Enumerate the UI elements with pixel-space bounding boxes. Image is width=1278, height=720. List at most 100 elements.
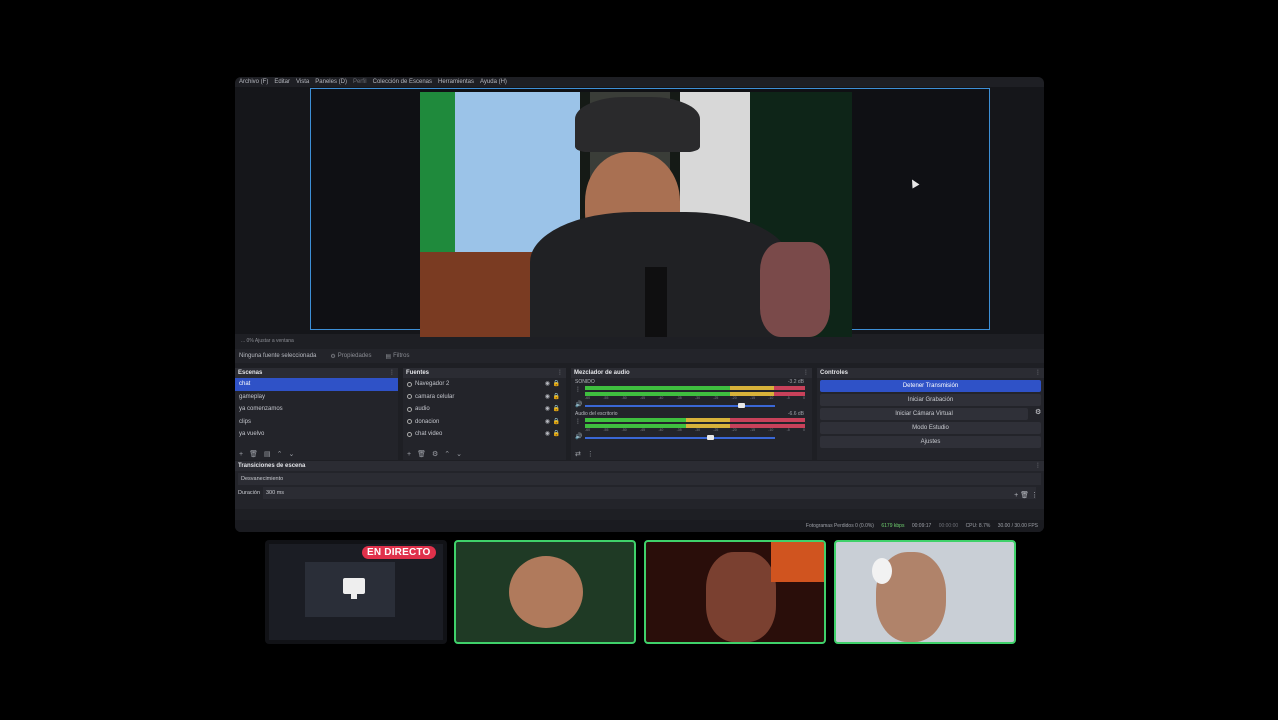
meter-scale-tick: -40 — [658, 396, 664, 400]
source-item[interactable]: camara celular ◉ 🔒 — [403, 391, 566, 404]
source-toolbar: Ninguna fuente seleccionada ⚙ Propiedade… — [235, 349, 1044, 363]
participant-tile-3[interactable] — [834, 540, 1016, 644]
channel-db-readout: -6.6 dB — [787, 411, 804, 417]
dock-menu-icon[interactable]: ⋮ — [1035, 461, 1041, 471]
meter-scale-tick: -10 — [768, 396, 774, 400]
eye-icon[interactable]: ◉ — [545, 391, 550, 404]
transitions-title-text: Transiciones de escena — [238, 463, 306, 469]
mixer-channel-name: SONIDO — [575, 379, 595, 385]
meter-scale-tick: -35 — [676, 428, 682, 432]
add-icon[interactable]: + — [1014, 492, 1018, 499]
trash-icon[interactable]: 🗑 — [249, 450, 258, 458]
chevron-down-icon[interactable]: ⌄ — [288, 450, 294, 458]
menu-herramientas[interactable]: Herramientas — [438, 77, 474, 87]
dock-menu-icon[interactable]: ⋮ — [1035, 368, 1041, 378]
trash-icon[interactable]: 🗑 — [417, 450, 426, 458]
chevron-up-icon[interactable]: ⌃ — [277, 450, 283, 458]
channel-menu-icon[interactable]: ⋮ — [575, 386, 581, 393]
chevron-up-icon[interactable]: ⌃ — [444, 450, 450, 458]
volume-slider[interactable] — [585, 403, 775, 408]
source-item[interactable]: audio ◉ 🔒 — [403, 403, 566, 416]
gear-icon[interactable]: ⚙ — [1035, 408, 1044, 420]
scene-item-ya-vuelvo[interactable]: ya vuelvo — [235, 428, 398, 441]
eye-icon[interactable]: ◉ — [545, 403, 550, 416]
filters-button[interactable]: ▤ Filtros — [385, 353, 409, 360]
scene-item-chat[interactable]: chat — [235, 378, 398, 391]
start-virtual-camera-button[interactable]: Iniciar Cámara Virtual — [820, 408, 1028, 420]
studio-mode-button[interactable]: Modo Estudio — [820, 422, 1041, 434]
lock-icon[interactable]: 🔒 — [553, 428, 560, 441]
dock-menu-icon[interactable]: ⋮ — [389, 368, 395, 378]
meter-scale-tick: -50 — [621, 428, 627, 432]
duration-field[interactable]: 300 ms — [263, 487, 1036, 499]
zoom-label[interactable]: ... 0% Ajustar a ventana — [235, 336, 1044, 346]
start-recording-button[interactable]: Iniciar Grabación — [820, 394, 1041, 406]
properties-button[interactable]: ⚙ Propiedades — [330, 353, 371, 360]
browser-source-icon — [407, 419, 412, 425]
scene-item-clips[interactable]: clips — [235, 416, 398, 429]
source-item[interactable]: Navegador 2 ◉ 🔒 — [403, 378, 566, 391]
advanced-audio-icon[interactable]: ⇄ — [575, 450, 581, 458]
chevron-down-icon[interactable]: ⌄ — [456, 450, 462, 458]
transition-select[interactable]: Desvanecimiento — [238, 473, 1041, 485]
mixer-channel-name: Audio del escritorio — [575, 411, 618, 417]
add-icon[interactable]: + — [239, 451, 243, 458]
eye-icon[interactable]: ◉ — [545, 378, 550, 391]
stop-streaming-button[interactable]: Detener Transmisión — [820, 380, 1041, 392]
meter-scale-tick: -60 — [585, 396, 591, 400]
transitions-title: Transiciones de escena ⋮ — [235, 461, 1044, 471]
scene-item-gameplay[interactable]: gameplay — [235, 391, 398, 404]
dock-menu-icon[interactable]: ⋮ — [557, 368, 563, 378]
menu-coleccion-escenas[interactable]: Colección de Escenas — [373, 77, 432, 87]
preview-area[interactable] — [235, 87, 1044, 337]
screen-share-thumbnail[interactable]: EN DIRECTO — [265, 540, 447, 644]
filter-icon[interactable]: ▤ — [264, 450, 271, 458]
menu-editar[interactable]: Editar — [274, 77, 290, 87]
eye-icon[interactable]: ◉ — [545, 416, 550, 429]
participant-tile-1[interactable] — [454, 540, 636, 644]
mixer-title: Mezclador de audio ⋮ — [571, 368, 812, 378]
mixer-menu-icon[interactable]: ⋮ — [587, 450, 594, 458]
gear-icon[interactable]: ⚙ — [432, 450, 438, 458]
speaker-icon[interactable]: 🔊 — [575, 401, 582, 408]
meter-scale-tick: -25 — [713, 396, 719, 400]
menu-perfil[interactable]: Perfil — [353, 77, 367, 87]
lock-icon[interactable]: 🔒 — [553, 378, 560, 391]
speaker-icon[interactable]: 🔊 — [575, 433, 582, 440]
volume-slider-handle[interactable] — [707, 435, 715, 440]
meter-level-red — [730, 418, 805, 422]
menu-ayuda[interactable]: Ayuda (H) — [480, 77, 507, 87]
settings-button[interactable]: Ajustes — [820, 436, 1041, 448]
menu-paneles[interactable]: Paneles (D) — [315, 77, 347, 87]
meter-level-green — [585, 386, 731, 390]
fps: 30.00 / 30.00 FPS — [997, 523, 1038, 529]
more-icon[interactable]: ⋮ — [1031, 492, 1038, 499]
scene-item-ya-comenzamos[interactable]: ya comenzamos — [235, 403, 398, 416]
channel-menu-icon[interactable]: ⋮ — [575, 418, 581, 425]
mixer-channel: -3.2 dB ⋮ -60 -55 -50 -45 -40 -35 -30 -25 -20 -15 -1… — [571, 379, 812, 410]
volume-meter — [585, 418, 805, 422]
lock-icon[interactable]: 🔒 — [553, 416, 560, 429]
source-item[interactable]: chat video ◉ 🔒 — [403, 428, 566, 441]
participant-tile-2[interactable] — [644, 540, 826, 644]
meter-scale-tick: -40 — [658, 428, 664, 432]
transition-tools: + 🗑 ⋮ — [1014, 491, 1038, 499]
source-item[interactable]: donacion ◉ 🔒 — [403, 416, 566, 429]
volume-slider[interactable] — [585, 435, 775, 440]
duration-label: Duración — [238, 490, 261, 496]
lock-icon[interactable]: 🔒 — [553, 403, 560, 416]
menu-archivo[interactable]: Archivo (F) — [239, 77, 268, 87]
dock-menu-icon[interactable]: ⋮ — [803, 368, 809, 378]
meter-scale-tick: -10 — [768, 428, 774, 432]
meter-scale-tick: -5 — [786, 396, 790, 400]
meter-scale-tick: -45 — [639, 428, 646, 432]
add-icon[interactable]: + — [407, 451, 411, 458]
fireplace-background — [771, 542, 824, 582]
lock-icon[interactable]: 🔒 — [553, 391, 560, 404]
volume-slider-handle[interactable] — [737, 403, 745, 408]
menu-vista[interactable]: Vista — [296, 77, 309, 87]
browser-source-icon — [407, 381, 412, 387]
eye-icon[interactable]: ◉ — [545, 428, 550, 441]
trash-icon[interactable]: 🗑 — [1020, 492, 1029, 499]
cpu-usage: CPU: 8.7% — [965, 523, 991, 529]
